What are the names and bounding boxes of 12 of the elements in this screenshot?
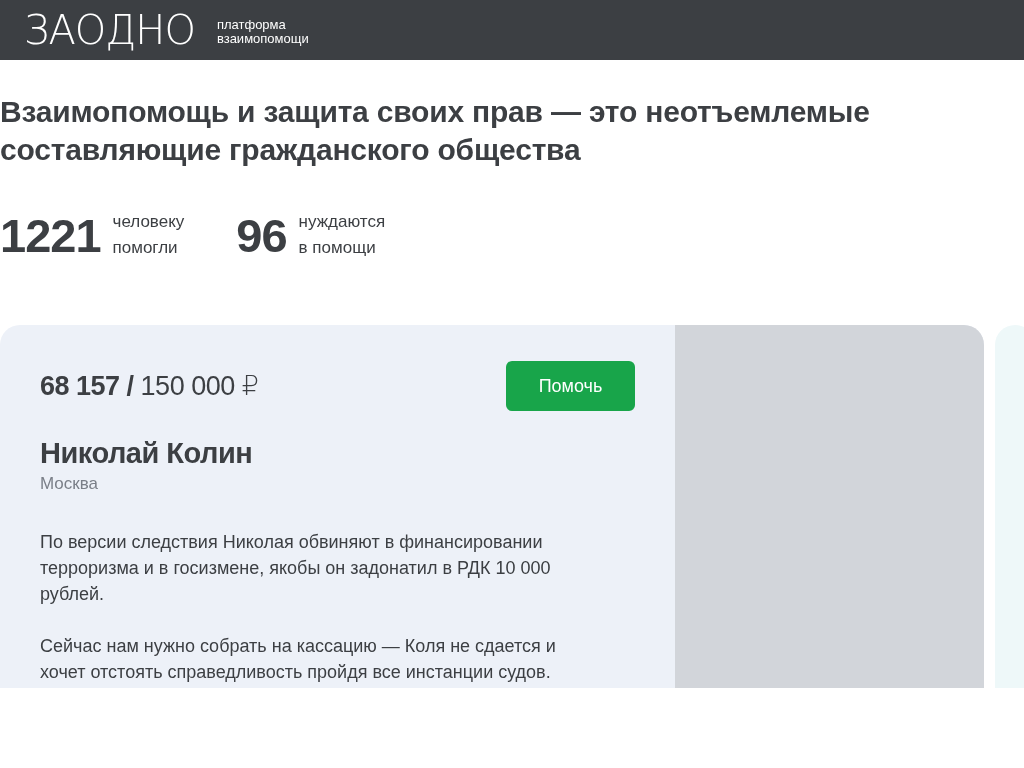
- logo[interactable]: ЗАОДНО: [24, 10, 195, 50]
- stat-number: 1221: [0, 211, 101, 259]
- description-text: Сейчас нам нужно собрать на кассацию — Коля не сдается и хочет отстоять справедливость пройдя все инстанции судов.: [40, 635, 557, 684]
- person-name: Николай Колин: [40, 437, 254, 470]
- headline: Взаимопомощь и защита своих прав — это неотъемлемые составляющие гражданского общества: [0, 94, 871, 168]
- description-text: По версии следствия Николая обвиняют в финансировании терроризма и в госизмене, якобы он задонатил в РДК 10 000 рублей.: [40, 531, 552, 606]
- stat-label: нуждаются в помощи: [298, 211, 386, 259]
- amount-raised: 68 157 / 150 000 ₽: [40, 370, 259, 402]
- tagline: платформа взаимопомощи: [216, 18, 309, 46]
- stat-number: 96: [236, 211, 287, 259]
- city-label: Москва: [40, 474, 100, 494]
- stat-label: человеку помогли: [112, 211, 185, 259]
